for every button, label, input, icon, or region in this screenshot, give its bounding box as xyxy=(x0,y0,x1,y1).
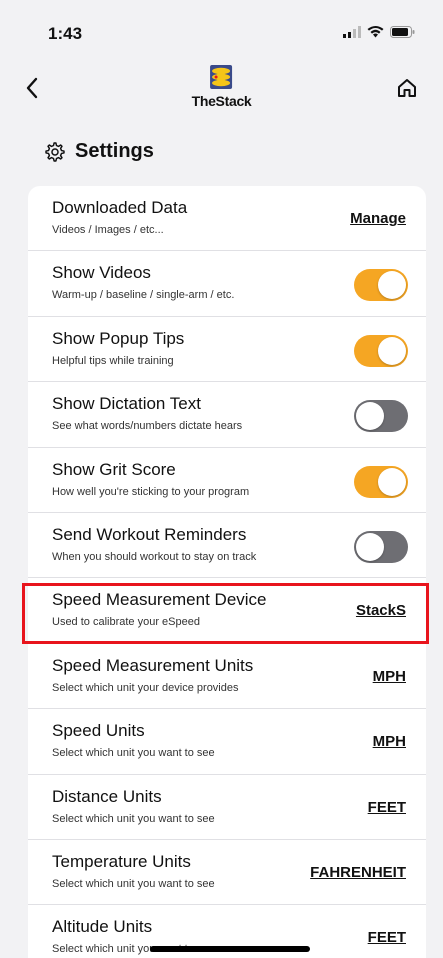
settings-row[interactable]: Show Videos Warm-up / baseline / single-a… xyxy=(28,251,426,317)
settings-row[interactable]: Speed Measurement Units Select which unit… xyxy=(28,644,426,710)
settings-row[interactable]: Send Workout Reminders When you should wo… xyxy=(28,513,426,579)
row-value-link[interactable]: FEET xyxy=(368,799,406,816)
home-button[interactable] xyxy=(393,74,421,102)
settings-row[interactable]: Distance Units Select which unit you want… xyxy=(28,775,426,840)
status-bar: 1:43 xyxy=(0,0,443,56)
row-title: Show Popup Tips xyxy=(52,328,185,348)
row-value-link[interactable]: MPH xyxy=(373,668,406,685)
toggle-switch[interactable] xyxy=(354,269,408,302)
row-title: Altitude Units xyxy=(52,917,153,937)
row-value-link[interactable]: FAHRENHEIT xyxy=(310,864,406,881)
back-button[interactable] xyxy=(18,72,46,104)
row-title: Show Videos xyxy=(52,263,151,283)
settings-list: Downloaded Data Videos / Images / etc... M… xyxy=(28,186,426,958)
row-title: Downloaded Data xyxy=(52,198,188,217)
row-subtitle: When you should workout to stay on track xyxy=(52,550,257,563)
toggle-knob xyxy=(356,532,384,561)
settings-row[interactable]: Show Dictation Text See what words/number… xyxy=(28,382,426,448)
toggle-switch[interactable] xyxy=(354,530,408,563)
row-title: Speed Units xyxy=(52,721,145,741)
row-title: Temperature Units xyxy=(52,851,191,871)
toggle-switch[interactable] xyxy=(354,400,408,433)
app-title: TheStack xyxy=(191,93,252,109)
toggle-knob xyxy=(378,467,406,496)
row-subtitle: Helpful tips while training xyxy=(52,354,174,367)
settings-header: Settings xyxy=(44,140,154,163)
row-subtitle: Select which unit you want to see xyxy=(52,877,215,890)
stack-logo-icon xyxy=(210,65,233,89)
settings-row[interactable]: Speed Measurement Device Used to calibrat… xyxy=(28,578,426,644)
settings-row[interactable]: Show Popup Tips Helpful tips while traini… xyxy=(28,317,426,383)
row-value-link[interactable]: FEET xyxy=(368,929,406,946)
settings-row[interactable]: Speed Units Select which unit you want to… xyxy=(28,709,426,775)
row-subtitle: Select which unit you want to see xyxy=(52,812,215,825)
row-value-link[interactable]: Manage xyxy=(350,210,406,227)
settings-row[interactable]: Temperature Units Select which unit you w… xyxy=(28,840,426,906)
home-indicator[interactable] xyxy=(150,946,310,952)
row-title: Send Workout Reminders xyxy=(52,524,247,544)
row-subtitle: Used to calibrate your eSpeed xyxy=(52,616,200,629)
section-title: Settings xyxy=(75,140,154,162)
row-title: Speed Measurement Units xyxy=(52,655,254,675)
battery-icon xyxy=(390,26,415,38)
signal-icon xyxy=(343,26,361,38)
toggle-knob xyxy=(378,336,406,365)
settings-row[interactable]: Show Grit Score How well you're sticking … xyxy=(28,448,426,513)
toggle-knob xyxy=(356,402,384,431)
toggle-switch[interactable] xyxy=(354,465,408,498)
row-title: Distance Units xyxy=(52,786,162,806)
nav-bar: TheStack xyxy=(0,56,443,120)
status-time: 1:43 xyxy=(48,24,83,43)
row-subtitle: How well you're sticking to your program xyxy=(52,485,250,498)
toggle-switch[interactable] xyxy=(354,334,408,367)
app-logo: TheStack xyxy=(192,62,252,109)
toggle-knob xyxy=(378,271,406,300)
row-value-link[interactable]: StackS xyxy=(356,602,406,619)
settings-row[interactable]: Downloaded Data Videos / Images / etc... M… xyxy=(28,186,426,252)
status-icons xyxy=(343,26,415,38)
row-title: Show Dictation Text xyxy=(52,394,201,414)
gear-icon xyxy=(45,141,65,162)
row-subtitle: Warm-up / baseline / single-arm / etc. xyxy=(52,289,235,302)
row-subtitle: Select which unit your device provides xyxy=(52,681,239,694)
chevron-left-icon xyxy=(26,77,38,99)
row-title: Speed Measurement Device xyxy=(52,590,267,610)
row-subtitle: Select which unit you want to see xyxy=(52,747,215,760)
home-icon xyxy=(398,79,416,97)
row-value-link[interactable]: MPH xyxy=(373,733,406,750)
row-subtitle: See what words/numbers dictate hears xyxy=(52,420,243,433)
wifi-icon xyxy=(367,26,384,38)
row-title: Show Grit Score xyxy=(52,459,176,479)
row-subtitle: Videos / Images / etc... xyxy=(52,224,164,236)
